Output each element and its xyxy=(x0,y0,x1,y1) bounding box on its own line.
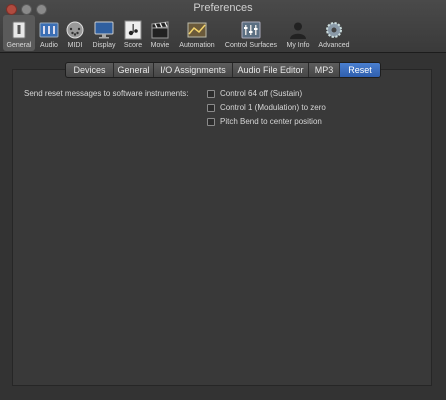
checkbox[interactable] xyxy=(207,117,215,126)
checkbox-label: Control 1 (Modulation) to zero xyxy=(220,103,326,112)
audio-mixer-icon xyxy=(39,22,59,38)
window-title: Preferences xyxy=(193,2,253,14)
toolbar-item-automation[interactable]: Automation xyxy=(176,15,218,51)
toolbar-item-audio[interactable]: Audio xyxy=(36,15,62,51)
toolbar-label: General xyxy=(6,42,32,49)
option-pitch-bend-center[interactable]: Pitch Bend to center position xyxy=(207,117,322,126)
tab-general[interactable]: General xyxy=(114,63,154,77)
toolbar-item-my-info[interactable]: My Info xyxy=(284,15,312,51)
preferences-toolbar: General Audio MIDI Display Score Movie A… xyxy=(0,15,446,51)
tab-devices[interactable]: Devices xyxy=(66,63,114,77)
tab-mp3[interactable]: MP3 xyxy=(309,63,340,77)
checkbox[interactable] xyxy=(207,103,215,112)
option-control-64-off[interactable]: Control 64 off (Sustain) xyxy=(207,89,302,98)
toolbar-item-movie[interactable]: Movie xyxy=(147,15,173,51)
movie-clapper-icon xyxy=(151,21,169,39)
toolbar-label: Display xyxy=(92,42,116,49)
checkbox[interactable] xyxy=(207,89,215,98)
toolbar-label: Movie xyxy=(150,42,170,49)
automation-curve-icon xyxy=(187,22,207,38)
checkbox-label: Pitch Bend to center position xyxy=(220,117,322,126)
toolbar-label: Score xyxy=(123,42,143,49)
toolbar-item-midi[interactable]: MIDI xyxy=(64,15,86,51)
toolbar-item-general[interactable]: General xyxy=(3,15,35,51)
toolbar-label: Control Surfaces xyxy=(224,42,278,49)
toolbar-label: Automation xyxy=(179,42,215,49)
score-notation-icon xyxy=(124,20,142,40)
tab-reset[interactable]: Reset xyxy=(340,63,380,77)
tab-audio-file-editor[interactable]: Audio File Editor xyxy=(233,63,309,77)
user-silhouette-icon xyxy=(290,22,306,39)
toolbar-item-advanced[interactable]: Advanced xyxy=(316,15,352,51)
toolbar-item-control-surfaces[interactable]: Control Surfaces xyxy=(221,15,281,51)
toolbar-label: Audio xyxy=(40,42,58,49)
tab-bar: Devices General I/O Assignments Audio Fi… xyxy=(65,62,381,78)
option-control-1-zero[interactable]: Control 1 (Modulation) to zero xyxy=(207,103,326,112)
toolbar-label: Advanced xyxy=(318,42,350,49)
title-bar: Preferences General Audio MIDI Display S… xyxy=(0,0,446,53)
preferences-window: Preferences General Audio MIDI Display S… xyxy=(0,0,446,400)
tab-io-assignments[interactable]: I/O Assignments xyxy=(154,63,233,77)
control-surfaces-faders-icon xyxy=(241,21,261,39)
toolbar-item-display[interactable]: Display xyxy=(90,15,118,51)
midi-connector-icon xyxy=(66,21,84,39)
checkbox-label: Control 64 off (Sustain) xyxy=(220,89,303,98)
display-monitor-icon xyxy=(94,21,114,39)
gear-icon xyxy=(326,22,342,38)
toolbar-label: MIDI xyxy=(67,42,83,49)
reset-description: Send reset messages to software instrume… xyxy=(24,89,189,98)
general-switch-icon xyxy=(12,21,26,39)
toolbar-label: My Info xyxy=(286,42,310,49)
toolbar-item-score[interactable]: Score xyxy=(121,15,145,51)
